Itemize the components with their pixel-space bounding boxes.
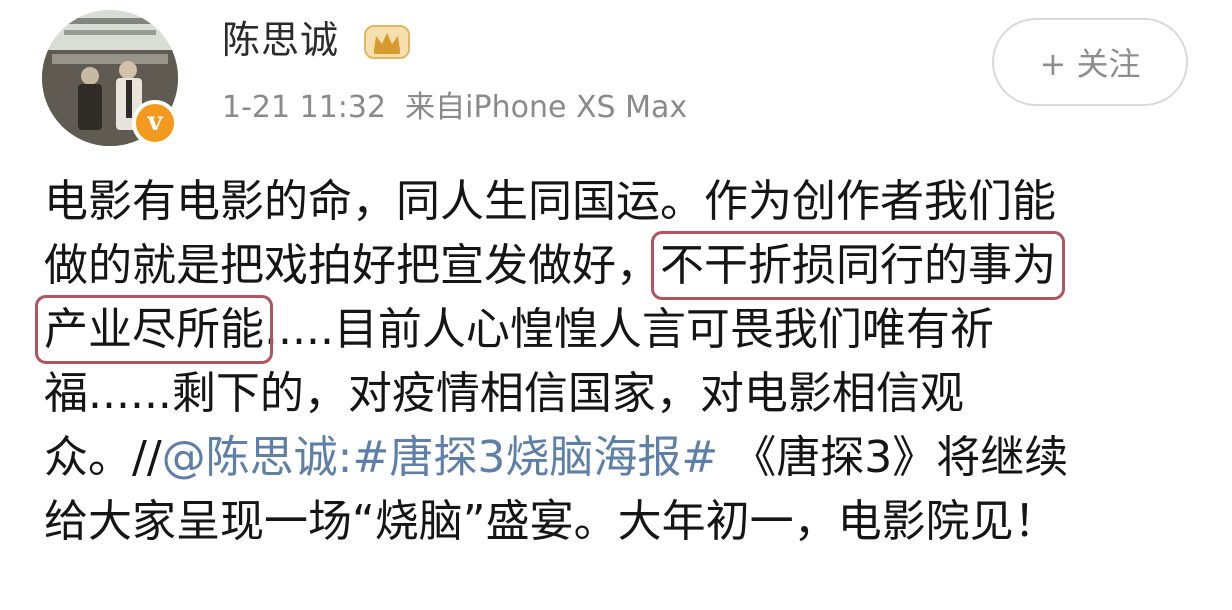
post-line: 给大家呈现一场“烧脑”盛宴。大年初一，电影院见！ [44,496,1058,547]
mention-link[interactable]: @陈思诚 [162,432,338,483]
highlighted-text: 不干折损同行的事为 [651,231,1065,300]
hashtag-link[interactable]: #唐探3烧脑海报# [352,432,718,483]
post-line: 福......剩下的，对疫情相信国家，对电影相信观 [44,368,964,419]
username[interactable]: 陈思诚 [222,14,339,66]
post-line: 做的就是把戏拍好把宣发做好，不干折损同行的事为 [44,231,1214,300]
verified-badge: v [132,100,178,146]
post-line: 产业尽所能.....目前人心惶惶人言可畏我们唯有祈 [35,295,1214,364]
v-badge-icon: v [147,107,163,137]
post-text: 电影有电影的命，同人生同国运。作为创作者我们能 做的就是把戏拍好把宣发做好，不干… [35,170,1214,554]
post-meta: 1-21 11:32 来自iPhone XS Max [222,86,687,130]
post-text-segment: 《唐探3》将继续 [718,432,1069,483]
post-line: 电影有电影的命，同人生同国运。作为创作者我们能 [44,176,1056,227]
post-source: 来自iPhone XS Max [405,90,688,125]
mention-colon: : [337,432,353,483]
follow-button[interactable]: + 关注 [992,18,1188,106]
post-timestamp[interactable]: 1-21 11:32 [222,90,386,125]
crown-icon[interactable] [362,20,412,62]
highlighted-text: 产业尽所能 [35,295,273,364]
weibo-post-card: v 陈思诚 1-21 11:32 来自iPhone XS Max + 关注 电影… [0,0,1232,610]
follow-button-label: + 关注 [1039,45,1141,83]
post-line: 众。//@陈思诚:#唐探3烧脑海报# 《唐探3》将继续 [44,426,1214,490]
post-text-segment: 众。// [44,432,162,483]
post-text-segment: .....目前人心惶惶人言可畏我们唯有祈 [264,304,994,355]
post-text-segment: 做的就是把戏拍好把宣发做好， [44,240,660,291]
